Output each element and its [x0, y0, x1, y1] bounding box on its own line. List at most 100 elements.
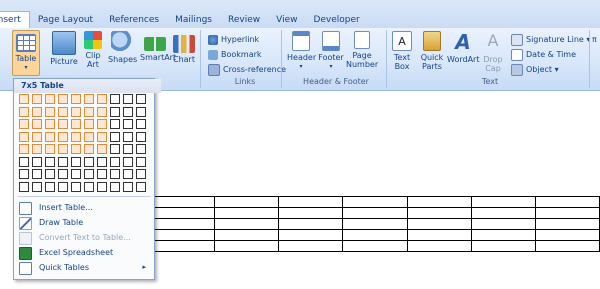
grid-cell[interactable] [123, 94, 133, 104]
grid-cell[interactable] [84, 94, 94, 104]
grid-cell[interactable] [71, 106, 81, 117]
grid-cell[interactable] [123, 106, 133, 117]
grid-cell[interactable] [19, 156, 29, 167]
table-cell[interactable] [534, 240, 600, 252]
grid-cell[interactable] [97, 119, 107, 129]
grid-cell[interactable] [110, 119, 120, 129]
grid-cell[interactable] [71, 119, 81, 129]
grid-cell[interactable] [84, 106, 94, 117]
grid-cell[interactable] [71, 181, 81, 192]
table-cell[interactable] [470, 240, 536, 252]
tab-review[interactable]: Review [220, 12, 268, 28]
table-cell[interactable] [406, 218, 472, 230]
table-cell[interactable] [149, 207, 216, 219]
grid-cell[interactable] [19, 169, 29, 179]
grid-cell[interactable] [32, 119, 42, 129]
table-cell[interactable] [214, 218, 280, 230]
table-cell[interactable] [278, 196, 344, 208]
grid-cell[interactable] [58, 169, 68, 179]
shapes-button[interactable]: Shapes [108, 31, 137, 64]
grid-cell[interactable] [97, 131, 107, 142]
table-cell[interactable] [342, 218, 408, 230]
grid-cell[interactable] [123, 181, 133, 192]
grid-cell[interactable] [71, 156, 81, 167]
grid-cell[interactable] [136, 106, 146, 117]
grid-cell[interactable] [32, 94, 42, 104]
grid-cell[interactable] [84, 156, 94, 167]
chart-button[interactable]: Chart [173, 31, 195, 64]
grid-cell[interactable] [97, 106, 107, 117]
grid-cell[interactable] [110, 144, 120, 154]
grid-cell[interactable] [32, 144, 42, 154]
table-cell[interactable] [342, 207, 408, 219]
table-cell[interactable] [278, 229, 344, 241]
table-cell[interactable] [149, 229, 216, 241]
grid-cell[interactable] [84, 131, 94, 142]
overflow-group[interactable]: π [592, 33, 597, 46]
grid-cell[interactable] [58, 156, 68, 167]
grid-cell[interactable] [97, 169, 107, 179]
object-button[interactable]: Object ▾ [511, 63, 559, 76]
grid-cell[interactable] [123, 119, 133, 129]
table-cell[interactable] [214, 196, 280, 208]
grid-cell[interactable] [58, 119, 68, 129]
table-cell[interactable] [342, 240, 408, 252]
tab-page-layout[interactable]: Page Layout [30, 12, 101, 28]
clipart-button[interactable]: Clip Art [82, 31, 104, 69]
grid-cell[interactable] [19, 94, 29, 104]
table-cell[interactable] [534, 196, 600, 208]
table-cell[interactable] [214, 207, 280, 219]
wordart-button[interactable]: A WordArt [447, 31, 479, 64]
drop-cap-button[interactable]: A Drop Cap [481, 31, 505, 73]
grid-cell[interactable] [84, 181, 94, 192]
grid-cell[interactable] [110, 94, 120, 104]
tab-mailings[interactable]: Mailings [167, 12, 220, 28]
table-cell[interactable] [278, 207, 344, 219]
table-cell[interactable] [278, 240, 344, 252]
excel-spreadsheet-item[interactable]: Excel Spreadsheet [14, 245, 154, 260]
table-cell[interactable] [406, 240, 472, 252]
table-cell[interactable] [278, 218, 344, 230]
hyperlink-button[interactable]: Hyperlink [208, 33, 259, 46]
bookmark-button[interactable]: Bookmark [208, 48, 262, 61]
text-box-button[interactable]: A Text Box [391, 31, 413, 71]
picture-button[interactable]: Picture [50, 31, 78, 66]
draw-table-item[interactable]: Draw Table [14, 215, 154, 230]
grid-cell[interactable] [136, 156, 146, 167]
header-button[interactable]: Header ▾ [287, 31, 316, 71]
grid-cell[interactable] [32, 169, 42, 179]
table-cell[interactable] [534, 218, 600, 230]
table-cell[interactable] [470, 207, 536, 219]
table-cell[interactable] [406, 207, 472, 219]
grid-cell[interactable] [58, 106, 68, 117]
table-cell[interactable] [470, 218, 536, 230]
grid-cell[interactable] [123, 156, 133, 167]
smartart-button[interactable]: SmartArt [140, 31, 176, 62]
footer-button[interactable]: Footer ▾ [318, 31, 344, 71]
grid-cell[interactable] [97, 94, 107, 104]
grid-cell[interactable] [110, 169, 120, 179]
tab-references[interactable]: References [101, 12, 167, 28]
grid-cell[interactable] [71, 131, 81, 142]
grid-cell[interactable] [19, 144, 29, 154]
grid-cell[interactable] [84, 169, 94, 179]
table-cell[interactable] [534, 207, 600, 219]
grid-cell[interactable] [136, 119, 146, 129]
grid-cell[interactable] [71, 169, 81, 179]
grid-cell[interactable] [32, 181, 42, 192]
grid-cell[interactable] [97, 144, 107, 154]
grid-cell[interactable] [123, 131, 133, 142]
table-cell[interactable] [406, 229, 472, 241]
table-cell[interactable] [214, 229, 280, 241]
grid-cell[interactable] [136, 144, 146, 154]
tab-view[interactable]: View [268, 12, 305, 28]
grid-cell[interactable] [136, 169, 146, 179]
grid-cell[interactable] [19, 131, 29, 142]
grid-cell[interactable] [45, 119, 55, 129]
table-button[interactable]: Table ▾ [12, 30, 40, 76]
quick-parts-button[interactable]: Quick Parts [418, 31, 446, 71]
grid-cell[interactable] [58, 181, 68, 192]
grid-cell[interactable] [45, 144, 55, 154]
grid-cell[interactable] [110, 156, 120, 167]
grid-cell[interactable] [110, 106, 120, 117]
